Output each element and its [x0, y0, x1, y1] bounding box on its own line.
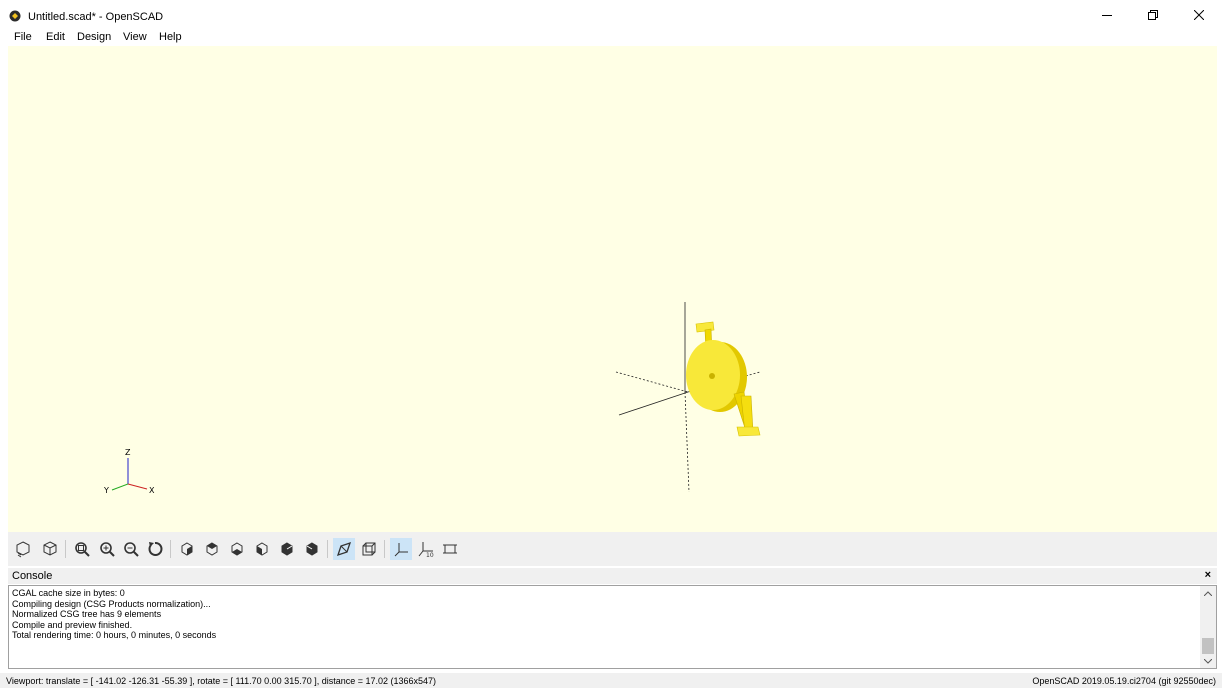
console-line: Total rendering time: 0 hours, 0 minutes… [12, 630, 217, 640]
view-front-icon [281, 542, 293, 556]
view-top-button[interactable] [201, 538, 223, 560]
minimize-button[interactable] [1084, 0, 1130, 30]
minimize-icon [1102, 15, 1112, 16]
console-header: Console × [8, 568, 1217, 584]
show-scale-markers-button[interactable]: 10 [415, 538, 437, 560]
openscad-logo-icon [9, 10, 21, 22]
menu-bar: File Edit Design View Help [0, 30, 1222, 46]
viewport-status: Viewport: translate = [ -141.02 -126.31 … [6, 676, 437, 686]
menu-help[interactable]: Help [159, 31, 182, 43]
menu-view[interactable]: View [123, 31, 147, 43]
viewport-scene: Z Y X [103, 302, 761, 495]
render-button[interactable] [12, 538, 34, 560]
reset-view-icon [148, 542, 163, 556]
chevron-up-icon [1204, 590, 1212, 596]
restore-icon [1148, 10, 1158, 20]
close-button[interactable] [1176, 0, 1222, 30]
menu-edit[interactable]: Edit [46, 31, 65, 43]
perspective-icon [336, 541, 352, 557]
toolbar-separator [327, 540, 328, 558]
zoom-out-icon [124, 542, 139, 557]
preview-icon [43, 541, 57, 556]
view-bottom-icon [231, 542, 243, 556]
show-edges-button[interactable] [439, 538, 461, 560]
orthogonal-button[interactable] [358, 538, 380, 560]
view-right-icon [181, 542, 193, 556]
console-line: Compile and preview finished. [12, 619, 133, 630]
view-front-button[interactable] [276, 538, 298, 560]
preview-button[interactable] [39, 538, 61, 560]
scroll-up-button[interactable] [1200, 586, 1216, 600]
axis-label-x: X [149, 486, 155, 495]
view-left-icon [256, 542, 268, 556]
view-back-icon [306, 542, 318, 556]
reset-view-button[interactable] [144, 538, 166, 560]
orientation-axes [111, 458, 148, 491]
toolbar-separator [384, 540, 385, 558]
console-title: Console [12, 570, 53, 582]
zoom-in-icon [100, 542, 115, 557]
view-all-button[interactable] [71, 538, 93, 560]
view-right-button[interactable] [176, 538, 198, 560]
show-scale-markers-icon: 10 [418, 542, 434, 558]
restore-button[interactable] [1130, 0, 1176, 30]
view-back-button[interactable] [301, 538, 323, 560]
chevron-down-icon [1204, 658, 1212, 664]
scroll-thumb[interactable] [1202, 638, 1214, 654]
show-edges-icon [443, 544, 457, 554]
console-line: Normalized CSG tree has 9 elements [12, 609, 162, 619]
menu-design[interactable]: Design [77, 31, 111, 43]
axis-label-y: Y [103, 486, 109, 495]
3d-viewport[interactable]: Z Y X [8, 46, 1217, 532]
view-toolbar: 10 [8, 532, 1217, 566]
3d-model [686, 321, 761, 437]
console-scrollbar[interactable] [1200, 586, 1216, 668]
view-all-icon [75, 542, 90, 557]
view-left-button[interactable] [251, 538, 273, 560]
console-close-button[interactable]: × [1205, 569, 1211, 581]
show-axes-button[interactable] [390, 538, 412, 560]
console-line: CGAL cache size in bytes: 0 [12, 588, 125, 598]
view-bottom-button[interactable] [226, 538, 248, 560]
toolbar-separator [65, 540, 66, 558]
close-icon [1194, 10, 1204, 20]
svg-text:10: 10 [426, 552, 434, 558]
window-title: Untitled.scad* - OpenSCAD [28, 11, 164, 23]
console-line: Compiling design (CSG Products normaliza… [12, 598, 211, 609]
toolbar-separator [170, 540, 171, 558]
view-top-icon [206, 542, 218, 556]
render-icon [16, 541, 30, 558]
axis-label-z: Z [125, 448, 131, 457]
version-status: OpenSCAD 2019.05.19.ci2704 (git 92550dec… [1032, 676, 1216, 686]
status-bar: Viewport: translate = [ -141.02 -126.31 … [0, 673, 1222, 688]
title-bar: Untitled.scad* - OpenSCAD [0, 0, 1222, 30]
console-lines: CGAL cache size in bytes: 0 Compiling de… [12, 588, 216, 641]
perspective-button[interactable] [333, 538, 355, 560]
show-axes-icon [394, 543, 408, 557]
console-output[interactable]: CGAL cache size in bytes: 0 Compiling de… [8, 585, 1217, 669]
scroll-down-button[interactable] [1200, 654, 1216, 668]
zoom-out-button[interactable] [120, 538, 142, 560]
orthogonal-icon [362, 542, 376, 556]
menu-file[interactable]: File [14, 31, 32, 43]
zoom-in-button[interactable] [96, 538, 118, 560]
